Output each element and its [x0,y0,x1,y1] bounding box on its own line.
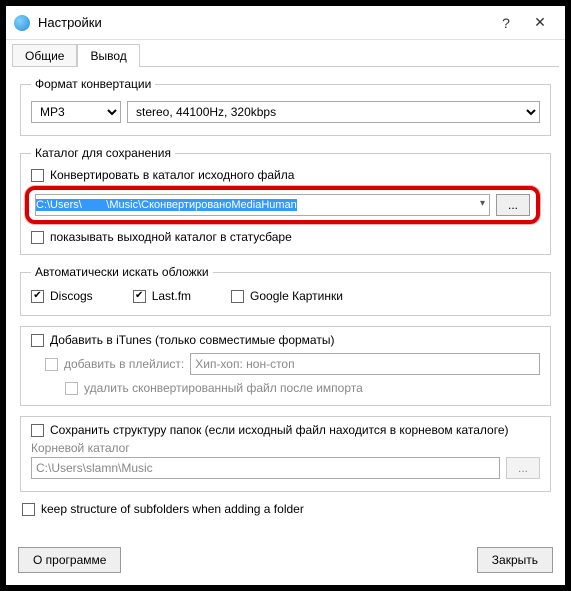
tabs: Общие Вывод [6,40,565,67]
tab-general[interactable]: Общие [12,44,77,67]
format-group: Формат конвертации MP3 stereo, 44100Hz, … [20,77,551,136]
output-path-part3: \Music\СконвертированоMediaHuman [106,199,297,211]
show-in-statusbar-checkbox[interactable] [31,231,44,244]
tab-output[interactable]: Вывод [77,44,139,67]
output-path-highlight: C:\Users\ \Music\СконвертированоMediaHum… [25,186,540,224]
keep-structure-checkbox[interactable] [31,424,44,437]
close-icon: ✕ [534,14,546,31]
itunes-group: Добавить в iTunes (только совместимые фо… [20,326,551,406]
add-itunes-label: Добавить в iTunes (только совместимые фо… [50,333,334,347]
google-label: Google Картинки [250,289,343,303]
keep-subfolders-checkbox[interactable] [22,503,35,516]
chevron-down-icon: ▾ [480,198,485,209]
browse-root-button: ... [506,457,540,479]
params-select[interactable]: stereo, 44100Hz, 320kbps [127,101,540,123]
discogs-checkbox[interactable] [31,290,44,303]
keep-subfolders-label: keep structure of subfolders when adding… [41,502,304,516]
save-dir-legend: Каталог для сохранения [31,146,175,160]
discogs-label: Discogs [50,289,93,303]
footer: О программе Закрыть [6,539,565,585]
content: Формат конвертации MP3 stereo, 44100Hz, … [12,66,559,539]
playlist-field [190,353,540,375]
root-dir-field [31,457,500,479]
add-itunes-checkbox[interactable] [31,334,44,347]
browse-output-button[interactable]: ... [496,194,530,216]
save-dir-group: Каталог для сохранения Конвертировать в … [20,146,551,255]
app-icon [14,15,30,31]
convert-to-source-checkbox[interactable] [31,169,44,182]
close-dialog-button[interactable]: Закрыть [477,547,553,573]
covers-legend: Автоматически искать обложки [31,265,213,279]
convert-to-source-label: Конвертировать в каталог исходного файла [50,168,294,182]
output-path-part1: C:\Users\ [36,199,82,211]
format-legend: Формат конвертации [31,77,155,91]
help-button[interactable]: ? [489,9,523,37]
show-in-statusbar-label: показывать выходной каталог в статусбаре [50,230,292,244]
about-button[interactable]: О программе [18,547,121,573]
google-checkbox[interactable] [231,290,244,303]
close-button[interactable]: ✕ [523,9,557,37]
add-playlist-label: добавить в плейлист: [64,357,184,371]
delete-after-import-checkbox [65,382,78,395]
titlebar: Настройки ? ✕ [6,6,565,40]
help-icon: ? [502,15,510,31]
covers-group: Автоматически искать обложки Discogs Las… [20,265,551,316]
root-dir-label: Корневой каталог [31,441,540,455]
delete-after-import-label: удалить сконвертированный файл после имп… [84,381,363,395]
settings-window: Настройки ? ✕ Общие Вывод Формат конверт… [6,6,565,585]
output-path-part2 [82,199,106,211]
structure-group: Сохранить структуру папок (если исходный… [20,416,551,492]
keep-structure-label: Сохранить структуру папок (если исходный… [50,423,509,437]
add-playlist-checkbox [45,358,58,371]
codec-select[interactable]: MP3 [31,101,121,123]
lastfm-checkbox[interactable] [133,290,146,303]
lastfm-label: Last.fm [152,289,191,303]
window-title: Настройки [38,15,489,30]
output-path-select[interactable]: C:\Users\ \Music\СконвертированоMediaHum… [35,194,490,216]
